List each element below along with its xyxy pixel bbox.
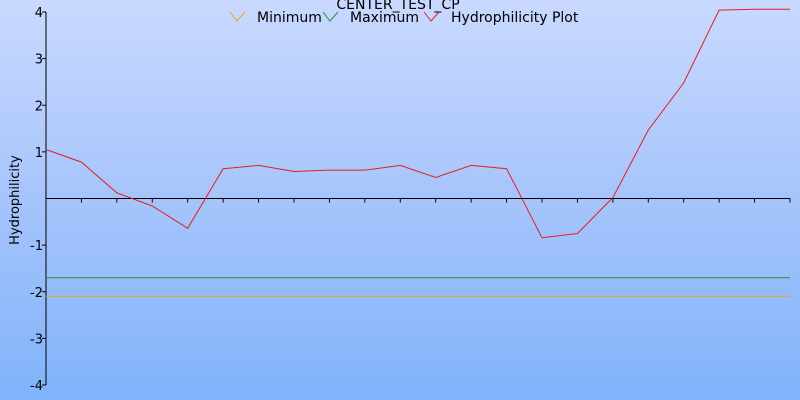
legend-marker [423, 11, 440, 22]
y-tick-label: 3 [35, 53, 43, 68]
y-tick-label: 4 [35, 6, 43, 21]
axes: -4 -3 -2 -1 1 2 3 4 [30, 6, 791, 394]
legend-label: Hydrophilicity Plot [451, 10, 579, 26]
y-tick-label: -3 [30, 332, 43, 347]
legend-label: Maximum [350, 10, 419, 26]
y-tick-label: 1 [35, 146, 43, 161]
legend-marker [322, 11, 339, 22]
hydrophilicity-chart: CENTER_TEST_CP Hydrophilicity -4-3-2-112… [8, 0, 791, 394]
legend-label: Minimum [257, 10, 322, 26]
y-tick-label: -1 [30, 239, 43, 254]
legend-marker [229, 11, 246, 22]
series-group [45, 8, 790, 297]
y-axis-label: Hydrophilicity [8, 155, 23, 245]
legend: Minimum Maximum Hydrophilicity Plot [229, 10, 579, 26]
y-tick-label: -4 [30, 379, 43, 394]
chart-area: CENTER_TEST_CP Hydrophilicity -4 -3 -2 -1 1 2… [0, 0, 800, 400]
y-tick-label: -2 [30, 286, 43, 301]
hydrophilicity-plot-line [45, 8, 790, 239]
y-tick-label: 2 [35, 99, 43, 114]
